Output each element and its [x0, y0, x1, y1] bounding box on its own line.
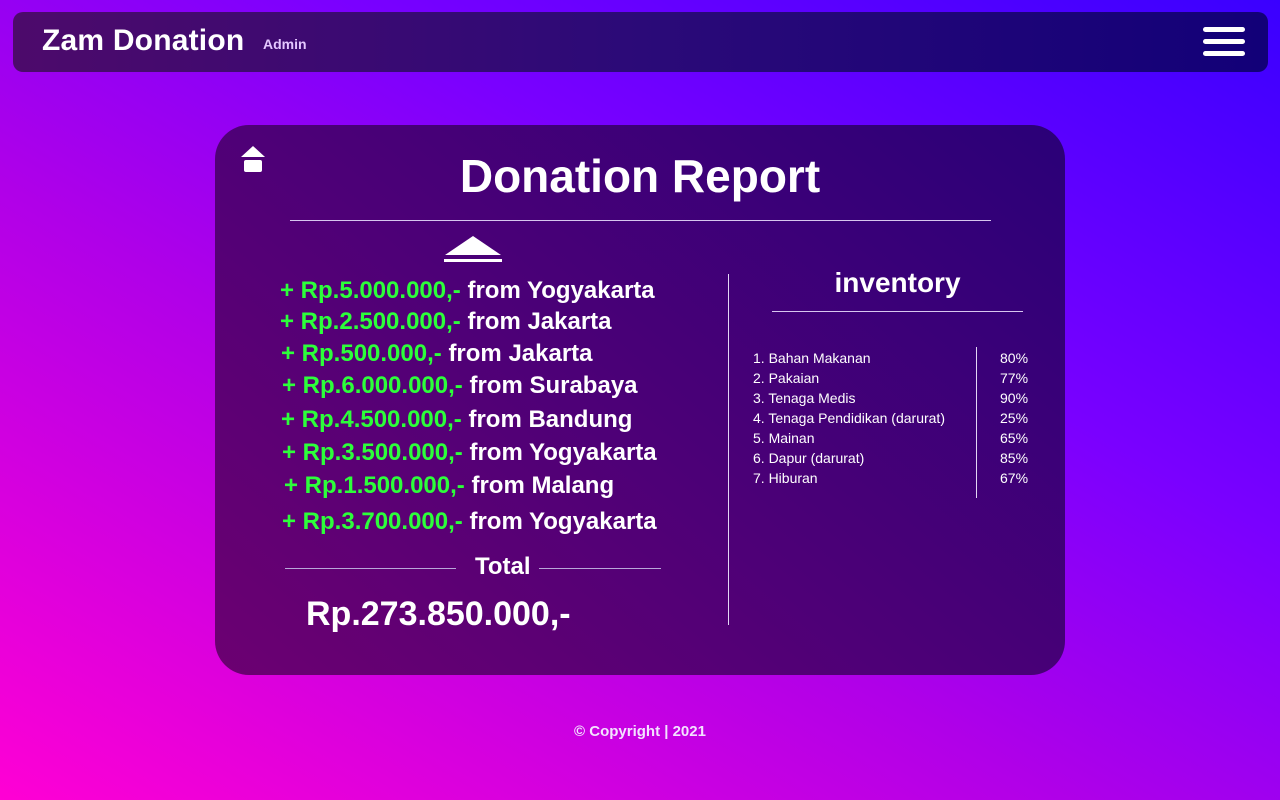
donation-source: from Malang: [471, 472, 615, 499]
donation-source: from Jakarta: [467, 308, 612, 335]
inventory-item-percent: 65%: [1000, 430, 1029, 446]
donation-amount: + Rp.6.000.000,-: [282, 372, 463, 399]
total-divider-left: [285, 568, 456, 569]
inventory-item-percent: 77%: [1000, 370, 1029, 386]
hamburger-menu-icon[interactable]: [1203, 26, 1245, 58]
inventory-divider: [772, 311, 1023, 312]
total-divider-right: [539, 568, 661, 569]
donation-item: + Rp.1.500.000,- from Malang: [284, 472, 614, 500]
donation-source: from Yogyakarta: [469, 439, 657, 466]
donation-item: + Rp.6.000.000,- from Surabaya: [282, 372, 638, 400]
donation-source: from Surabaya: [469, 372, 638, 399]
inventory-item-percent: 85%: [1000, 450, 1029, 466]
donation-amount: + Rp.5.000.000,-: [280, 277, 461, 304]
donation-amount: + Rp.3.500.000,-: [282, 439, 463, 466]
donation-amount: + Rp.2.500.000,-: [280, 308, 461, 335]
donation-source: from Yogyakarta: [467, 277, 655, 304]
inventory-title: inventory: [834, 267, 961, 298]
donation-source: from Yogyakarta: [469, 508, 657, 535]
title-divider: [290, 220, 991, 221]
donation-item: + Rp.2.500.000,- from Jakarta: [280, 308, 612, 336]
inventory-item-percent: 80%: [1000, 350, 1029, 366]
donation-item: + Rp.500.000,- from Jakarta: [281, 340, 593, 368]
inventory-item-percent: 90%: [1000, 390, 1029, 406]
inventory-item-percent: 25%: [1000, 410, 1029, 426]
total-amount: Rp.273.850.000,-: [306, 595, 571, 633]
copyright-footer: © Copyright | 2021: [574, 723, 706, 740]
donation-item: + Rp.3.700.000,- from Yogyakarta: [282, 508, 657, 536]
donation-source: from Bandung: [468, 406, 633, 433]
menu-bar: [1203, 27, 1245, 32]
inventory-item: 4. Tenaga Pendidikan (darurat) 25%: [753, 408, 1053, 428]
donation-item: + Rp.3.500.000,- from Yogyakarta: [282, 439, 657, 467]
donation-report-card: Donation Report + Rp.5.000.000,- from Yo…: [215, 125, 1065, 675]
total-heading: Total: [285, 553, 661, 583]
inventory-column-divider: [976, 347, 977, 498]
role-label: Admin: [263, 36, 307, 52]
inventory-item-name: 7. Hiburan: [753, 470, 818, 486]
inventory-item: 3. Tenaga Medis 90%: [753, 388, 1053, 408]
donation-item: + Rp.5.000.000,- from Yogyakarta: [280, 277, 655, 305]
donation-amount: + Rp.500.000,-: [281, 340, 442, 367]
chevron-up-icon[interactable]: [443, 235, 503, 265]
inventory-item-name: 4. Tenaga Pendidikan (darurat): [753, 410, 945, 426]
top-navbar: Zam Donation Admin: [13, 12, 1268, 72]
page-title: Donation Report: [459, 150, 821, 202]
inventory-item: 7. Hiburan 67%: [753, 468, 1053, 488]
menu-bar: [1203, 51, 1245, 56]
donation-source: from Jakarta: [448, 340, 593, 367]
inventory-item-name: 5. Mainan: [753, 430, 815, 446]
donation-item: + Rp.4.500.000,- from Bandung: [281, 406, 632, 434]
inventory-item-name: 1. Bahan Makanan: [753, 350, 871, 366]
donation-amount: + Rp.1.500.000,-: [284, 472, 465, 499]
inventory-item-name: 3. Tenaga Medis: [753, 390, 856, 406]
inventory-item-name: 2. Pakaian: [753, 370, 820, 386]
total-label: Total: [475, 553, 531, 580]
inventory-item: 5. Mainan 65%: [753, 428, 1053, 448]
inventory-item-name: 6. Dapur (darurat): [753, 450, 865, 466]
inventory-item: 6. Dapur (darurat) 85%: [753, 448, 1053, 468]
inventory-item: 2. Pakaian 77%: [753, 368, 1053, 388]
inventory-item: 1. Bahan Makanan 80%: [753, 348, 1053, 368]
brand-title[interactable]: Zam Donation: [42, 24, 244, 58]
menu-bar: [1203, 39, 1245, 44]
donation-amount: + Rp.3.700.000,-: [282, 508, 463, 535]
donation-amount: + Rp.4.500.000,-: [281, 406, 462, 433]
column-divider: [728, 274, 729, 625]
inventory-item-percent: 67%: [1000, 470, 1029, 486]
